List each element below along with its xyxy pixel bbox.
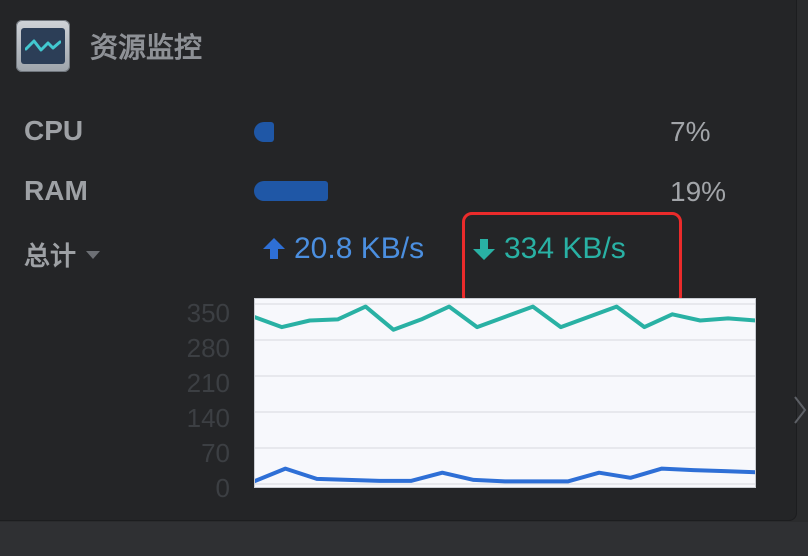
network-selector-dropdown[interactable]: 总计 bbox=[24, 236, 101, 273]
cpu-usage-fill bbox=[254, 122, 274, 142]
edge-arrow-icon bbox=[794, 396, 807, 424]
y-tick-label: 350 bbox=[186, 298, 230, 328]
y-tick-label: 0 bbox=[215, 473, 230, 503]
widget-header: 资源监控 bbox=[16, 18, 202, 74]
y-tick-label: 140 bbox=[186, 403, 230, 433]
network-chart bbox=[254, 298, 756, 488]
download-highlight-box bbox=[462, 212, 682, 306]
upload-speed: 20.8 KB/s bbox=[262, 232, 424, 266]
network-selector-label: 总计 bbox=[24, 242, 77, 272]
y-tick-label: 70 bbox=[201, 438, 230, 468]
chevron-down-icon bbox=[86, 250, 101, 259]
ram-percent: 19% bbox=[670, 176, 727, 207]
cpu-percent: 7% bbox=[670, 116, 711, 147]
upload-speed-value: 20.8 KB/s bbox=[294, 232, 425, 265]
cpu-label: CPU bbox=[24, 115, 84, 146]
widget-title: 资源监控 bbox=[90, 31, 203, 64]
activity-monitor-icon bbox=[16, 20, 70, 72]
upload-arrow-icon bbox=[263, 238, 285, 259]
ram-label: RAM bbox=[24, 175, 88, 206]
y-tick-label: 280 bbox=[186, 333, 230, 363]
ram-usage-bar bbox=[254, 181, 328, 201]
y-tick-label: 210 bbox=[186, 368, 230, 398]
cpu-usage-bar bbox=[254, 122, 274, 142]
ram-usage-fill bbox=[254, 181, 328, 201]
resource-monitor-widget: 资源监控 CPU 7% RAM 19% 总计 20.8 KB/s 334 KB/… bbox=[0, 0, 797, 521]
desktop-background-strip bbox=[0, 522, 808, 556]
chart-plot-area bbox=[254, 298, 756, 488]
